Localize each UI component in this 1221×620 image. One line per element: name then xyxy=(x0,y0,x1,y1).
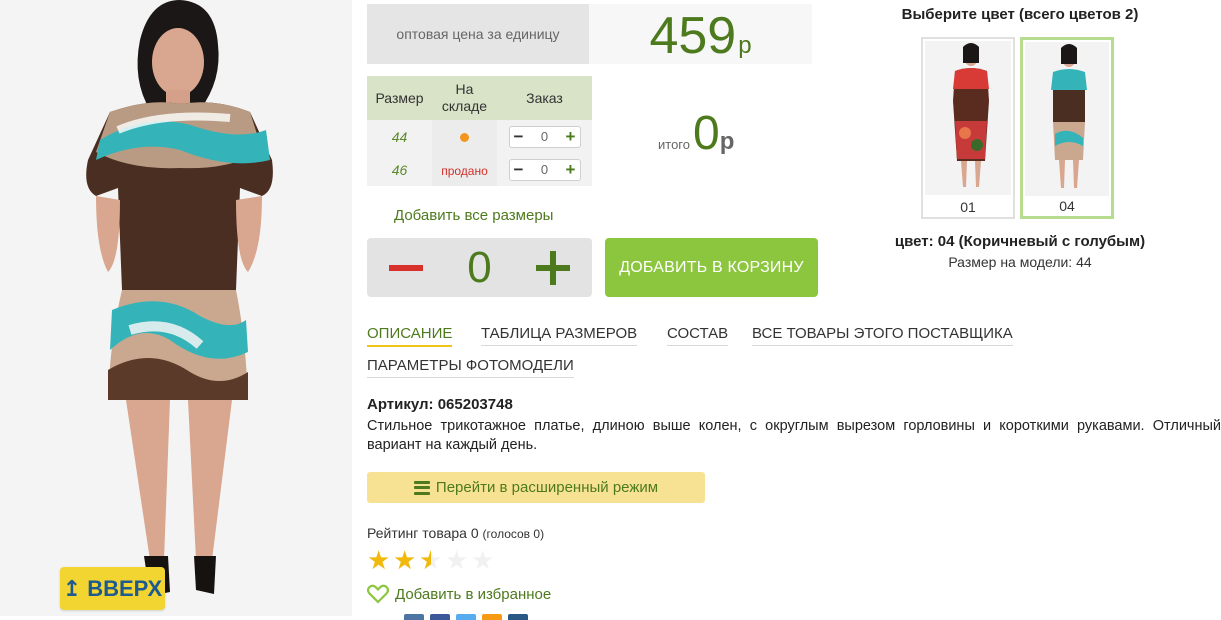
scroll-top-label: ВВЕРХ xyxy=(87,575,163,601)
color-option-01[interactable]: 01 xyxy=(921,37,1015,219)
increase-button[interactable]: + xyxy=(566,128,576,145)
size-column-header: Размер xyxy=(367,76,432,120)
scroll-top-button[interactable]: ↥ ВВЕРХ xyxy=(60,567,165,610)
advanced-mode-button[interactable]: Перейти в расширенный режим xyxy=(367,472,705,503)
increase-button[interactable]: + xyxy=(566,161,576,178)
vk-share-icon[interactable] xyxy=(404,614,424,620)
quantity-stepper[interactable]: 0 xyxy=(367,238,592,297)
arrow-up-icon: ↥ xyxy=(62,575,82,601)
color-thumbnail-image xyxy=(1025,42,1109,196)
decrease-button[interactable]: − xyxy=(514,161,524,178)
size-quantity-stepper[interactable]: − 0 + xyxy=(508,158,581,181)
list-icon xyxy=(413,480,430,495)
in-stock-dot-icon xyxy=(460,132,469,142)
decrease-quantity-button[interactable] xyxy=(389,264,424,271)
heart-icon xyxy=(367,584,389,604)
price-currency: р xyxy=(738,32,752,59)
price-amount: 459 xyxy=(649,7,737,65)
add-to-cart-button[interactable]: ДОБАВИТЬ В КОРЗИНУ xyxy=(605,238,818,297)
size-cell: 46 xyxy=(367,153,432,186)
size-cell: 44 xyxy=(367,120,432,153)
odnoklassniki-share-icon[interactable] xyxy=(482,614,502,620)
product-photo-image xyxy=(0,0,352,616)
color-option-code: 04 xyxy=(1059,198,1075,214)
stock-cell xyxy=(432,120,497,153)
tab-size-chart[interactable]: ТАБЛИЦА РАЗМЕРОВ xyxy=(481,325,638,346)
order-cell: − 0 + xyxy=(497,153,592,186)
size-quantity-stepper[interactable]: − 0 + xyxy=(508,125,581,148)
stock-cell: продано xyxy=(432,153,497,186)
total-value: 0 xyxy=(693,107,720,160)
add-to-favorites-link[interactable]: Добавить в избранное xyxy=(367,584,551,604)
total-label: итого xyxy=(658,137,690,152)
color-option-code: 01 xyxy=(960,199,976,215)
rating-stars[interactable]: ★ ★ ★ ★ ★ xyxy=(367,547,495,573)
stock-column-header: На складе xyxy=(432,76,497,120)
model-size-info: Размер на модели: 44 xyxy=(948,254,1092,270)
rating-label: Рейтинг товара 0 xyxy=(367,525,479,541)
advanced-mode-label: Перейти в расширенный режим xyxy=(435,479,659,496)
increase-quantity-button[interactable] xyxy=(535,250,570,285)
mailru-share-icon[interactable] xyxy=(508,614,528,620)
color-thumbnail-image xyxy=(925,41,1011,195)
order-total: итого 0 р xyxy=(658,110,734,158)
order-column-header: Заказ xyxy=(497,76,592,120)
tab-description[interactable]: ОПИСАНИЕ xyxy=(367,325,453,347)
product-description: Стильное трикотажное платье, длиною выше… xyxy=(367,418,1221,453)
star-icon[interactable]: ★ xyxy=(445,547,469,573)
selected-color-name: цвет: 04 (Коричневый с голубым) xyxy=(894,233,1146,250)
size-quantity-value[interactable]: 0 xyxy=(541,129,548,144)
color-option-04[interactable]: 04 xyxy=(1020,37,1114,219)
price-box: оптовая цена за единицу 459 р xyxy=(367,4,812,65)
table-row: 46 продано − 0 + xyxy=(367,153,592,186)
star-icon[interactable]: ★ xyxy=(419,547,443,573)
size-quantity-value[interactable]: 0 xyxy=(541,162,548,177)
twitter-share-icon[interactable] xyxy=(456,614,476,620)
tab-model-parameters[interactable]: ПАРАМЕТРЫ ФОТОМОДЕЛИ xyxy=(367,357,574,378)
sold-out-label: продано xyxy=(441,163,488,178)
price-label: оптовая цена за единицу xyxy=(367,4,589,64)
size-table: Размер На складе Заказ 44 − 0 + 46 прода… xyxy=(367,76,592,186)
decrease-button[interactable]: − xyxy=(514,128,524,145)
quantity-value[interactable]: 0 xyxy=(467,245,491,290)
color-selector-title: Выберите цвет (всего цветов 2) xyxy=(901,6,1139,23)
add-all-sizes-link[interactable]: Добавить все размеры xyxy=(394,207,553,224)
tab-composition[interactable]: СОСТАВ xyxy=(667,325,729,346)
product-rating: Рейтинг товара 0 (голосов 0) xyxy=(367,525,544,541)
order-cell: − 0 + xyxy=(497,120,592,153)
price-value: 459 р xyxy=(589,4,812,65)
tab-supplier-products[interactable]: ВСЕ ТОВАРЫ ЭТОГО ПОСТАВЩИКА xyxy=(752,325,1013,346)
star-icon[interactable]: ★ xyxy=(471,547,495,573)
rating-votes: (голосов 0) xyxy=(482,527,545,541)
add-to-favorites-label: Добавить в избранное xyxy=(395,585,552,603)
table-row: 44 − 0 + xyxy=(367,120,592,153)
product-photo[interactable]: ↥ ВВЕРХ xyxy=(0,0,352,616)
product-sku: Артикул: 065203748 xyxy=(367,396,513,413)
social-share-bar xyxy=(404,614,528,620)
facebook-share-icon[interactable] xyxy=(430,614,450,620)
total-currency: р xyxy=(719,128,735,155)
star-icon[interactable]: ★ xyxy=(367,547,391,573)
star-icon[interactable]: ★ xyxy=(393,547,417,573)
